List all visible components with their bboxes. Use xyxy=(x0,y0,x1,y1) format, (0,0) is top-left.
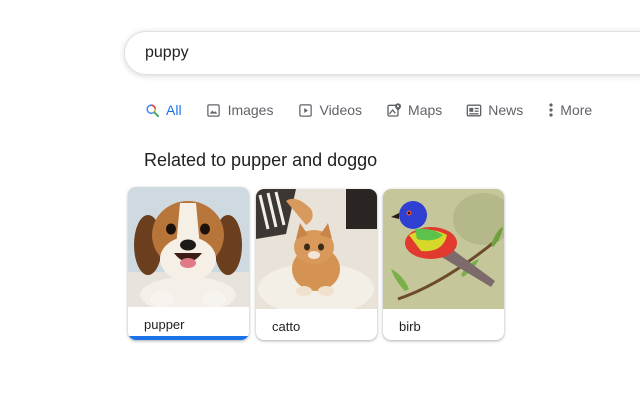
video-icon xyxy=(297,102,313,118)
tab-news[interactable]: News xyxy=(466,99,523,121)
related-section-title: Related to pupper and doggo xyxy=(144,150,378,170)
tab-label: All xyxy=(166,102,182,118)
selected-indicator xyxy=(128,336,249,340)
tab-more[interactable]: More xyxy=(547,99,592,121)
image-icon xyxy=(206,102,222,118)
search-box[interactable] xyxy=(124,31,640,75)
map-icon xyxy=(386,102,402,118)
tab-label: Maps xyxy=(408,102,443,118)
search-tabs: All Images Videos Maps News More xyxy=(144,98,616,122)
search-input[interactable] xyxy=(145,32,625,74)
tab-maps[interactable]: Maps xyxy=(386,99,442,121)
card-label: pupper xyxy=(144,317,185,332)
tab-label: Videos xyxy=(319,102,363,118)
tab-label: News xyxy=(488,102,524,118)
tab-videos[interactable]: Videos xyxy=(297,99,362,121)
puppy-image xyxy=(128,187,249,307)
related-card-birb[interactable]: birb xyxy=(383,189,504,340)
related-card-catto[interactable]: catto xyxy=(256,189,377,340)
tab-label: Images xyxy=(227,102,274,118)
tab-all[interactable]: All xyxy=(144,99,182,121)
bird-image xyxy=(383,189,504,309)
tab-images[interactable]: Images xyxy=(206,99,274,121)
news-icon xyxy=(466,102,482,118)
card-label: catto xyxy=(272,319,301,334)
tab-label: More xyxy=(560,102,593,118)
more-vert-icon xyxy=(547,102,555,118)
related-card-pupper[interactable]: pupper xyxy=(128,187,249,340)
search-icon xyxy=(144,102,160,118)
kitten-image xyxy=(256,189,377,309)
card-label: birb xyxy=(399,319,421,334)
